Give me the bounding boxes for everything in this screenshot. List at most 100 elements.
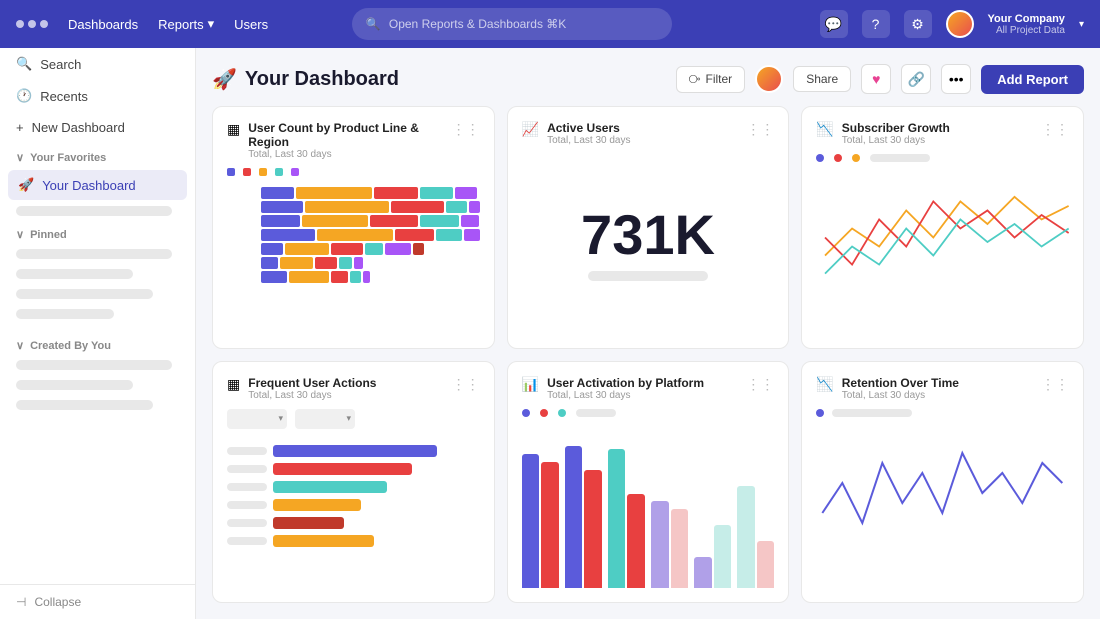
active-users-title: Active Users xyxy=(547,121,738,135)
favorite-button[interactable]: ♥ xyxy=(861,64,891,94)
user-count-title: User Count by Product Line & Region xyxy=(248,121,443,149)
subscriber-growth-card: 📉 Subscriber Growth Total, Last 30 days … xyxy=(801,106,1084,349)
freq-row xyxy=(227,463,480,475)
freq-row xyxy=(227,481,480,493)
subscriber-growth-title: Subscriber Growth xyxy=(842,121,1033,135)
card-menu-icon[interactable]: ⋮⋮ xyxy=(746,376,774,393)
vbar-group xyxy=(608,431,645,589)
gear-icon: ⚙ xyxy=(911,16,924,33)
freq-row xyxy=(227,535,480,547)
active-users-value: 731K xyxy=(581,207,715,263)
card-menu-icon[interactable]: ⋮⋮ xyxy=(452,376,480,393)
nav-reports[interactable]: Reports ▾ xyxy=(158,16,214,32)
avatar-small xyxy=(755,65,783,93)
card-menu-icon[interactable]: ⋮⋮ xyxy=(746,121,774,138)
add-report-button[interactable]: Add Report xyxy=(981,65,1084,94)
help-icon-btn[interactable]: ? xyxy=(862,10,890,38)
user-count-icon: ▦ xyxy=(227,121,240,138)
help-icon: ? xyxy=(872,16,880,32)
sidebar-recents[interactable]: 🕐 Recents xyxy=(0,80,195,112)
plus-icon: + xyxy=(16,120,24,135)
share-button[interactable]: Share xyxy=(793,66,851,92)
frequent-actions-icon: ▦ xyxy=(227,376,240,393)
company-name: Your Company xyxy=(988,13,1065,25)
nav-dashboards[interactable]: Dashboards xyxy=(68,17,138,32)
global-search[interactable]: 🔍 Open Reports & Dashboards ⌘K xyxy=(352,8,672,40)
legend-dot-4 xyxy=(275,168,283,176)
legend-item-2 xyxy=(243,168,251,176)
avatar[interactable] xyxy=(946,10,974,38)
subscriber-growth-title-group: Subscriber Growth Total, Last 30 days xyxy=(842,121,1033,146)
content-area: 🚀 Your Dashboard ⧂ Filter Share ♥ 🔗 xyxy=(196,48,1100,619)
freq-chart xyxy=(227,437,480,589)
filter-icon: ⧂ xyxy=(689,72,701,87)
freq-row xyxy=(227,499,480,511)
user-activation-icon: 📊 xyxy=(522,376,539,393)
vbar-legend-3 xyxy=(558,409,566,417)
subscriber-growth-chart xyxy=(816,154,1069,334)
active-item-label: Your Dashboard xyxy=(42,178,135,193)
active-users-header: 📈 Active Users Total, Last 30 days ⋮⋮ xyxy=(522,121,775,146)
sidebar-item-your-dashboard[interactable]: 🚀 Your Dashboard xyxy=(8,170,187,200)
hbar-row xyxy=(227,242,480,256)
chevron-down-icon: ∨ xyxy=(16,228,24,241)
user-activation-title-group: User Activation by Platform Total, Last … xyxy=(547,376,738,401)
nav-dot-1 xyxy=(16,20,24,28)
legend-item-4 xyxy=(275,168,283,176)
link-button[interactable]: 🔗 xyxy=(901,64,931,94)
active-users-subtitle: Total, Last 30 days xyxy=(547,135,738,146)
vbar-group xyxy=(694,431,731,589)
vbar-legend-1 xyxy=(522,409,530,417)
company-chevron-icon[interactable]: ▾ xyxy=(1079,19,1084,30)
sidebar-search[interactable]: 🔍 Search xyxy=(0,48,195,80)
dashboard-grid: ▦ User Count by Product Line & Region To… xyxy=(212,106,1084,603)
vbar-group xyxy=(737,431,774,589)
legend-dot-2 xyxy=(243,168,251,176)
sidebar-created-header[interactable]: ∨ Created By You xyxy=(0,331,195,356)
chat-icon-btn[interactable]: 💬 xyxy=(820,10,848,38)
main-layout: 🔍 Search 🕐 Recents + New Dashboard ∨ You… xyxy=(0,48,1100,619)
search-icon: 🔍 xyxy=(366,17,381,31)
filter-button[interactable]: ⧂ Filter xyxy=(676,66,746,93)
content-header: 🚀 Your Dashboard ⧂ Filter Share ♥ 🔗 xyxy=(212,64,1084,94)
freq-row xyxy=(227,445,480,457)
nav-dot-2 xyxy=(28,20,36,28)
legend-dot-3 xyxy=(259,168,267,176)
page-title: 🚀 Your Dashboard xyxy=(212,67,399,92)
sidebar-placeholder-8 xyxy=(16,400,153,410)
card-menu-icon[interactable]: ⋮⋮ xyxy=(1041,376,1069,393)
sidebar-favorites-header[interactable]: ∨ Your Favorites xyxy=(0,143,195,168)
sidebar-placeholder-4 xyxy=(16,289,153,299)
sidebar-pinned-header[interactable]: ∨ Pinned xyxy=(0,220,195,245)
sidebar-placeholder-3 xyxy=(16,269,133,279)
recents-icon: 🕐 xyxy=(16,88,32,104)
frequent-actions-title: Frequent User Actions xyxy=(248,376,443,390)
frequent-actions-subtitle: Total, Last 30 days xyxy=(248,390,443,401)
card-menu-icon[interactable]: ⋮⋮ xyxy=(452,121,480,138)
retention-icon: 📉 xyxy=(816,376,833,393)
nav-right: 💬 ? ⚙ Your Company All Project Data ▾ xyxy=(820,10,1084,38)
nav-dot-3 xyxy=(40,20,48,28)
top-nav: Dashboards Reports ▾ Users 🔍 Open Report… xyxy=(0,0,1100,48)
frequent-actions-card: ▦ Frequent User Actions Total, Last 30 d… xyxy=(212,361,495,604)
heart-icon: ♥ xyxy=(872,71,880,87)
nav-users[interactable]: Users xyxy=(234,17,268,32)
line-legend-3 xyxy=(852,154,860,162)
frequent-actions-title-group: Frequent User Actions Total, Last 30 day… xyxy=(248,376,443,401)
freq-select-2[interactable]: ▾ xyxy=(295,409,355,429)
rocket-icon: 🚀 xyxy=(212,67,237,92)
more-button[interactable]: ••• xyxy=(941,64,971,94)
sidebar-new-dashboard[interactable]: + New Dashboard xyxy=(0,112,195,143)
line-legend-2 xyxy=(834,154,842,162)
big-number-container: 731K xyxy=(522,154,775,334)
settings-icon-btn[interactable]: ⚙ xyxy=(904,10,932,38)
header-actions: ⧂ Filter Share ♥ 🔗 ••• Add Report xyxy=(676,64,1085,94)
legend-item-3 xyxy=(259,168,267,176)
chat-icon: 💬 xyxy=(825,16,842,33)
user-count-subtitle: Total, Last 30 days xyxy=(248,149,443,160)
sidebar-collapse[interactable]: ⊣ Collapse xyxy=(0,584,195,619)
card-menu-icon[interactable]: ⋮⋮ xyxy=(1041,121,1069,138)
freq-select-1[interactable]: ▾ xyxy=(227,409,287,429)
hbar-row xyxy=(227,186,480,200)
user-count-header: ▦ User Count by Product Line & Region To… xyxy=(227,121,480,160)
